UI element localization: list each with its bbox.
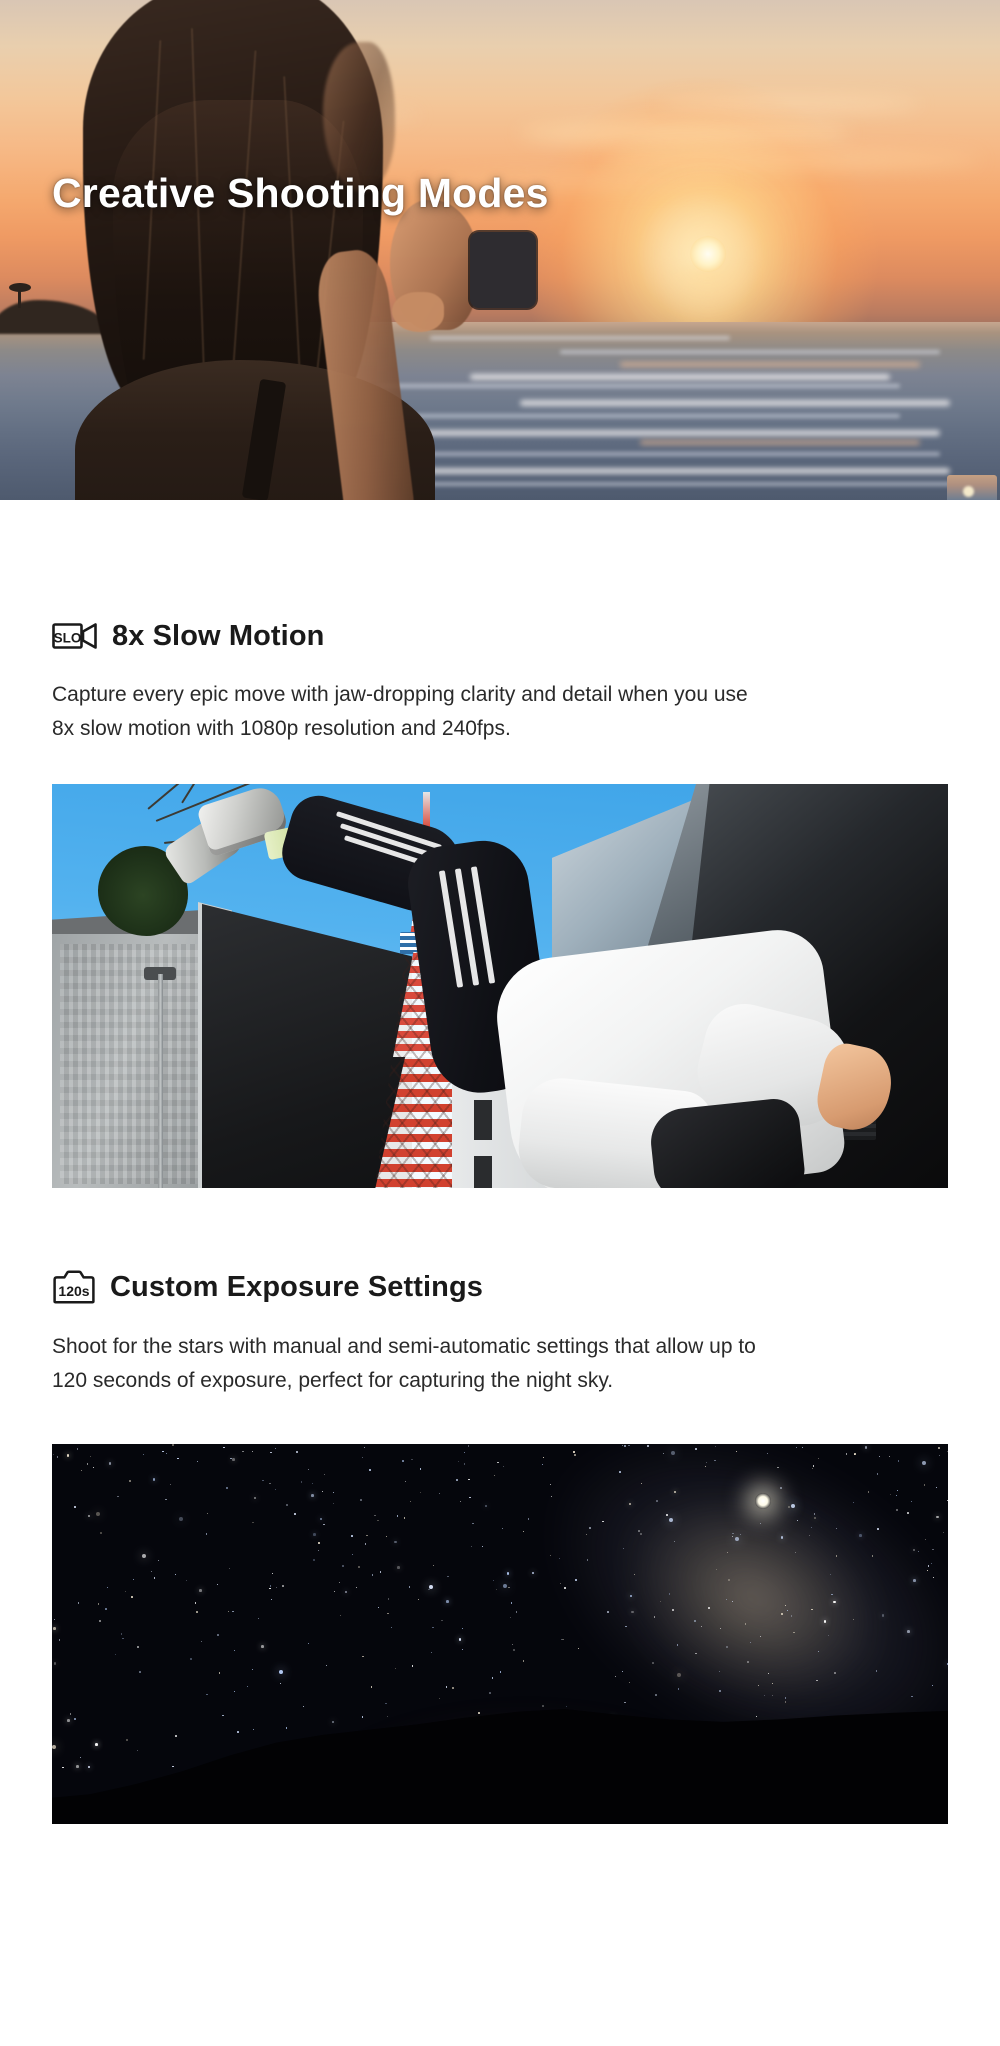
thumb <box>392 292 444 332</box>
section-custom-exposure: 120s Custom Exposure Settings Shoot for … <box>0 1188 1000 1825</box>
section-header: SLO 8x Slow Motion <box>52 500 948 652</box>
slow-motion-image <box>52 784 948 1189</box>
hero-image <box>0 0 1000 500</box>
night-sky-image <box>52 1444 948 1825</box>
long-exposure-camera-icon: 120s <box>53 1270 95 1304</box>
exposure-icon-label: 120s <box>58 1283 89 1299</box>
section-title: 8x Slow Motion <box>112 619 325 652</box>
product-feature-page: Creative Shooting Modes SLO 8x Slow Moti… <box>0 0 1000 1880</box>
hero-banner: Creative Shooting Modes <box>0 0 1000 500</box>
section-body-text: Capture every epic move with jaw-droppin… <box>52 683 748 741</box>
action-camera <box>470 232 997 500</box>
feature-sections: SLO 8x Slow Motion Capture every epic mo… <box>0 500 1000 1825</box>
section-header: 120s Custom Exposure Settings <box>52 1188 948 1304</box>
section-title: Custom Exposure Settings <box>110 1270 484 1303</box>
section-slow-motion: SLO 8x Slow Motion Capture every epic mo… <box>0 500 1000 1189</box>
camera-screen <box>947 475 997 500</box>
slow-motion-video-icon: SLO <box>52 623 97 649</box>
sun-icon <box>690 236 726 272</box>
page-title: Creative Shooting Modes <box>52 170 549 216</box>
palm-tree <box>9 283 31 308</box>
slow-motion-icon-label: SLO <box>54 631 82 646</box>
section-body-text: Shoot for the stars with manual and semi… <box>52 1335 756 1393</box>
